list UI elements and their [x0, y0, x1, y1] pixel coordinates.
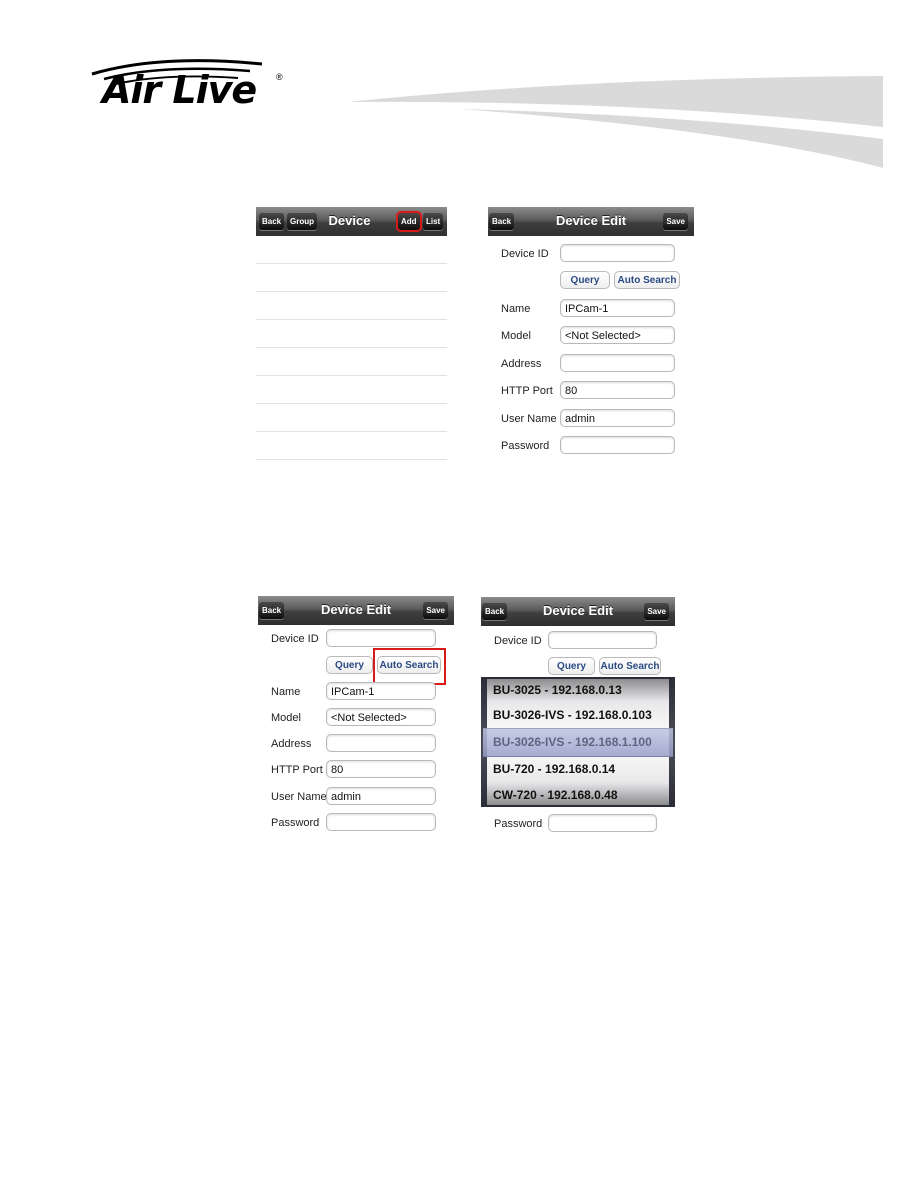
- nav-bar: Back Device Edit Save: [258, 596, 454, 625]
- address-label: Address: [271, 738, 312, 750]
- nav-bar: Back Device Edit Save: [488, 207, 694, 236]
- http-port-label: HTTP Port: [271, 764, 323, 776]
- picker-item-selected[interactable]: BU-3026-IVS - 192.168.1.100: [493, 735, 652, 749]
- user-name-field[interactable]: admin: [326, 787, 436, 805]
- device-id-label: Device ID: [494, 635, 542, 647]
- model-label: Model: [501, 330, 531, 342]
- address-label: Address: [501, 358, 542, 370]
- device-picker[interactable]: BU-3025 - 192.168.0.13 BU-3026-IVS - 192…: [481, 677, 675, 807]
- list-button[interactable]: List: [423, 213, 444, 230]
- logo-text: Air Live: [102, 68, 257, 112]
- device-edit-picker-screen: Back Device Edit Save Device ID Query Au…: [481, 597, 675, 835]
- password-label: Password: [501, 440, 550, 452]
- picker-item[interactable]: BU-720 - 192.168.0.14: [493, 762, 615, 776]
- list-item[interactable]: [256, 432, 447, 460]
- list-item[interactable]: [256, 264, 447, 292]
- device-id-field[interactable]: [326, 629, 436, 647]
- model-field[interactable]: <Not Selected>: [560, 326, 675, 344]
- airlive-logo: Air Live ®: [90, 52, 290, 112]
- password-field[interactable]: [548, 814, 657, 832]
- save-button[interactable]: Save: [644, 603, 669, 620]
- header-swoosh: [348, 76, 883, 168]
- device-list-screen: Back Group Device Add List: [256, 207, 447, 465]
- name-field[interactable]: IPCam-1: [560, 299, 675, 317]
- list-item[interactable]: [256, 292, 447, 320]
- user-name-field[interactable]: admin: [560, 409, 675, 427]
- device-edit-screen: Back Device Edit Save Device ID Query Au…: [488, 207, 694, 460]
- highlight-frame: [373, 648, 446, 685]
- registered-mark: ®: [276, 72, 283, 82]
- add-button[interactable]: Add: [396, 211, 422, 232]
- http-port-field[interactable]: 80: [560, 381, 675, 399]
- address-field[interactable]: [326, 734, 436, 752]
- list-item[interactable]: [256, 348, 447, 376]
- name-field[interactable]: IPCam-1: [326, 682, 436, 700]
- save-button[interactable]: Save: [423, 602, 448, 619]
- password-field[interactable]: [326, 813, 436, 831]
- picker-item[interactable]: BU-3025 - 192.168.0.13: [493, 683, 622, 697]
- password-field[interactable]: [560, 436, 675, 454]
- nav-bar: Back Device Edit Save: [481, 597, 675, 626]
- list-item[interactable]: [256, 320, 447, 348]
- name-label: Name: [501, 303, 531, 315]
- picker-item[interactable]: BU-3026-IVS - 192.168.0.103: [493, 708, 652, 722]
- address-field[interactable]: [560, 354, 675, 372]
- device-id-field[interactable]: [548, 631, 657, 649]
- model-field[interactable]: <Not Selected>: [326, 708, 436, 726]
- query-button[interactable]: Query: [326, 656, 373, 674]
- device-id-field[interactable]: [560, 244, 675, 262]
- nav-bar: Back Group Device Add List: [256, 207, 447, 236]
- user-name-label: User Name: [501, 413, 557, 425]
- http-port-label: HTTP Port: [501, 385, 553, 397]
- device-edit-highlight-screen: Back Device Edit Save Device ID Query Au…: [258, 596, 454, 836]
- list-item[interactable]: [256, 404, 447, 432]
- save-button[interactable]: Save: [663, 213, 688, 230]
- query-button[interactable]: Query: [560, 271, 610, 289]
- http-port-field[interactable]: 80: [326, 760, 436, 778]
- list-item[interactable]: [256, 236, 447, 264]
- query-button[interactable]: Query: [548, 657, 595, 675]
- auto-search-button[interactable]: Auto Search: [599, 657, 661, 675]
- list-item[interactable]: [256, 376, 447, 404]
- password-label: Password: [271, 817, 320, 829]
- device-id-label: Device ID: [271, 633, 319, 645]
- picker-item[interactable]: CW-720 - 192.168.0.48: [493, 788, 618, 802]
- device-id-label: Device ID: [501, 248, 549, 260]
- auto-search-button[interactable]: Auto Search: [614, 271, 680, 289]
- name-label: Name: [271, 686, 301, 698]
- password-label: Password: [494, 818, 543, 830]
- model-label: Model: [271, 712, 301, 724]
- user-name-label: User Name: [271, 791, 327, 803]
